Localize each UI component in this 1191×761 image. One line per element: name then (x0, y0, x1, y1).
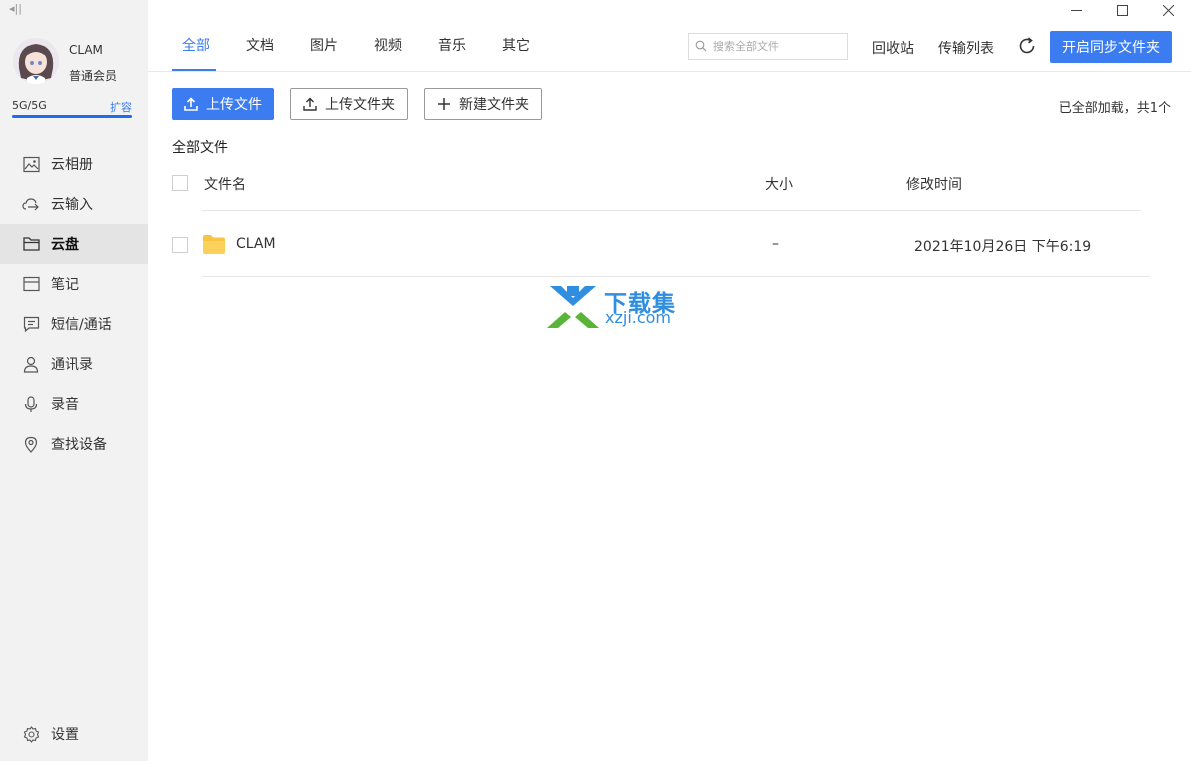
storage-progress-bar (12, 115, 132, 118)
upload-file-button[interactable]: 上传文件 (172, 88, 274, 120)
file-size: – (772, 236, 779, 252)
sidebar-item-notes[interactable]: 笔记 (0, 264, 148, 304)
settings-item-container: 设置 (0, 714, 148, 754)
sidebar-item-label: 录音 (51, 397, 79, 413)
sidebar-item-label: 查找设备 (51, 437, 107, 453)
sidebar-nav: 云相册 云输入 云盘 笔记 短信/通话 通讯录 录音 查找设备 (0, 144, 148, 464)
upload-folder-button[interactable]: 上传文件夹 (290, 88, 408, 120)
tab-all[interactable]: 全部 (172, 24, 216, 71)
gear-icon (22, 725, 40, 743)
file-name[interactable]: CLAM (236, 236, 276, 252)
search-input[interactable] (711, 39, 841, 54)
membership-tier: 普通会员 (69, 69, 118, 83)
column-header-name[interactable]: 文件名 (204, 174, 246, 194)
storage-progress-fill (12, 115, 132, 118)
tab-documents[interactable]: 文档 (236, 24, 280, 71)
sidebar-item-label: 短信/通话 (51, 317, 112, 333)
row-divider (202, 276, 1150, 277)
collapse-sidebar-icon[interactable]: ◂|| (9, 2, 22, 15)
sidebar-item-contacts[interactable]: 通讯录 (0, 344, 148, 384)
refresh-icon[interactable] (1017, 36, 1037, 56)
upload-icon (184, 97, 198, 111)
note-icon (22, 275, 40, 293)
new-folder-label: 新建文件夹 (459, 97, 529, 113)
column-header-modified[interactable]: 修改时间 (906, 174, 962, 194)
maximize-icon[interactable] (1099, 0, 1145, 20)
sidebar-item-label: 云相册 (51, 157, 93, 173)
location-icon (22, 435, 40, 453)
header-divider (148, 71, 1191, 72)
table-header-divider (202, 210, 1141, 211)
row-checkbox[interactable] (172, 237, 188, 253)
search-icon (695, 37, 707, 56)
settings-label: 设置 (51, 727, 79, 743)
breadcrumb: 全部文件 (172, 140, 228, 156)
sync-folder-button[interactable]: 开启同步文件夹 (1050, 31, 1172, 63)
message-icon (22, 315, 40, 333)
upload-file-label: 上传文件 (206, 97, 262, 113)
cloud-input-icon (22, 195, 40, 213)
minimize-icon[interactable] (1053, 0, 1099, 20)
photo-icon (22, 155, 40, 173)
plus-icon (438, 98, 450, 110)
sidebar-item-cloud-input[interactable]: 云输入 (0, 184, 148, 224)
load-status: 已全部加载，共1个 (1058, 101, 1171, 116)
folder-icon (22, 235, 40, 253)
tab-music[interactable]: 音乐 (428, 24, 472, 71)
sidebar-item-messages[interactable]: 短信/通话 (0, 304, 148, 344)
sidebar-item-recording[interactable]: 录音 (0, 384, 148, 424)
sidebar-item-find-device[interactable]: 查找设备 (0, 424, 148, 464)
tab-images[interactable]: 图片 (300, 24, 344, 71)
new-folder-button[interactable]: 新建文件夹 (424, 88, 542, 120)
expand-storage-link[interactable]: 扩容 (110, 99, 132, 115)
upload-icon (303, 97, 317, 111)
sidebar-item-label: 笔记 (51, 277, 79, 293)
tab-videos[interactable]: 视频 (364, 24, 408, 71)
watermark-url: xzji.com (605, 308, 672, 327)
sidebar-item-cloud-disk[interactable]: 云盘 (0, 224, 148, 264)
recycle-bin-button[interactable]: 回收站 (872, 38, 914, 58)
contact-icon (22, 355, 40, 373)
sidebar: ◂|| CLAM 普通会员 5G/5G 扩容 云相册 云输入 云盘 笔记 短信/… (0, 0, 148, 761)
microphone-icon (22, 395, 40, 413)
sidebar-item-cloud-album[interactable]: 云相册 (0, 144, 148, 184)
sidebar-item-label: 云输入 (51, 197, 93, 213)
folder-icon (203, 235, 225, 254)
sidebar-item-settings[interactable]: 设置 (0, 714, 148, 754)
avatar[interactable] (13, 38, 59, 84)
sidebar-item-label: 通讯录 (51, 357, 93, 373)
close-icon[interactable] (1145, 0, 1191, 20)
username: CLAM (69, 43, 103, 57)
column-header-size[interactable]: 大小 (765, 174, 793, 194)
search-box (688, 33, 848, 60)
sidebar-item-label: 云盘 (51, 237, 79, 253)
select-all-checkbox[interactable] (172, 175, 188, 191)
tab-other[interactable]: 其它 (492, 24, 536, 71)
storage-usage: 5G/5G (12, 99, 47, 112)
category-tabs: 全部 文档 图片 视频 音乐 其它 (172, 24, 556, 72)
transfer-list-button[interactable]: 传输列表 (938, 38, 994, 58)
window-controls (1053, 0, 1191, 20)
file-modified-time: 2021年10月26日 下午6:19 (914, 239, 1092, 255)
upload-folder-label: 上传文件夹 (325, 97, 395, 113)
